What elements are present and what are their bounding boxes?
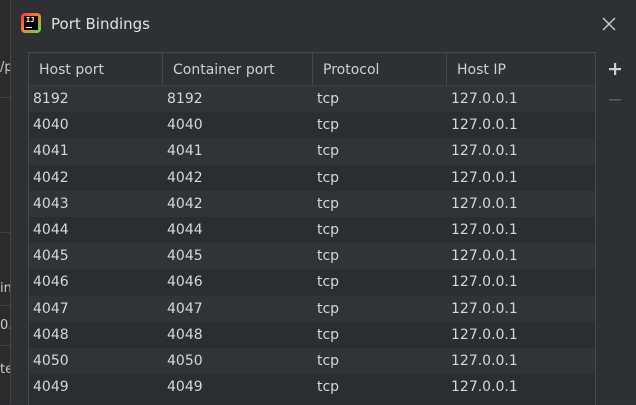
minus-icon <box>609 99 621 101</box>
table-header: Host port Container port Protocol Host I… <box>29 53 595 86</box>
table-body: 8192 8192 tcp 127.0.0.1 4040 4040 tcp 127.0.0.1… <box>29 86 595 401</box>
cell-protocol[interactable]: tcp <box>313 374 447 400</box>
cell-container-port[interactable]: 4041 <box>163 138 313 164</box>
remove-binding-button[interactable] <box>595 86 635 114</box>
cell-host-port[interactable]: 4040 <box>29 112 163 138</box>
cell-container-port[interactable]: 4050 <box>163 348 313 374</box>
cell-container-port[interactable]: 4047 <box>163 296 313 322</box>
cell-protocol[interactable]: tcp <box>313 296 447 322</box>
cell-host-ip[interactable]: 127.0.0.1 <box>447 348 595 374</box>
cell-host-ip[interactable]: 127.0.0.1 <box>447 374 595 400</box>
cell-container-port[interactable]: 4044 <box>163 217 313 243</box>
table-row[interactable]: 4042 4042 tcp 127.0.0.1 <box>29 164 595 191</box>
cell-container-port[interactable]: 4040 <box>163 112 313 138</box>
cell-container-port[interactable]: 4042 <box>163 191 313 217</box>
cell-protocol[interactable]: tcp <box>313 112 447 138</box>
cell-protocol[interactable]: tcp <box>313 191 447 217</box>
table-row[interactable]: 8192 8192 tcp 127.0.0.1 <box>29 86 595 113</box>
cell-protocol[interactable]: tcp <box>313 348 447 374</box>
table-row[interactable]: 4048 4048 tcp 127.0.0.1 <box>29 321 595 348</box>
cell-container-port[interactable]: 4048 <box>163 322 313 348</box>
table-row[interactable]: 4044 4044 tcp 127.0.0.1 <box>29 216 595 244</box>
cell-protocol[interactable]: tcp <box>313 322 447 348</box>
cell-protocol[interactable]: tcp <box>313 217 447 243</box>
table-row[interactable]: 4046 4046 tcp 127.0.0.1 <box>29 269 595 296</box>
cell-host-ip[interactable]: 127.0.0.1 <box>447 165 595 191</box>
cell-host-port[interactable]: 8192 <box>29 86 163 112</box>
cell-protocol[interactable]: tcp <box>313 86 447 112</box>
column-header-protocol[interactable]: Protocol <box>313 53 447 85</box>
dialog-title: Port Bindings <box>51 15 151 33</box>
cell-protocol[interactable]: tcp <box>313 165 447 191</box>
add-binding-button[interactable] <box>595 55 635 83</box>
cell-container-port[interactable]: 4049 <box>163 374 313 400</box>
table-row[interactable]: 4040 4040 tcp 127.0.0.1 <box>29 112 595 139</box>
column-header-container-port[interactable]: Container port <box>163 53 313 85</box>
cell-host-port[interactable]: 4045 <box>29 243 163 269</box>
cell-protocol[interactable]: tcp <box>313 243 447 269</box>
cell-host-ip[interactable]: 127.0.0.1 <box>447 217 595 243</box>
column-header-host-ip[interactable]: Host IP <box>447 53 595 85</box>
column-header-host-port[interactable]: Host port <box>29 53 163 85</box>
cell-host-ip[interactable]: 127.0.0.1 <box>447 296 595 322</box>
table-row[interactable]: 4049 4049 tcp 127.0.0.1 <box>29 374 595 401</box>
table-row[interactable]: 4050 4050 tcp 127.0.0.1 <box>29 347 595 375</box>
close-button[interactable] <box>599 14 619 34</box>
dialog-titlebar: IJ Port Bindings <box>11 0 636 48</box>
cell-host-port[interactable]: 4050 <box>29 348 163 374</box>
close-icon <box>602 17 616 31</box>
table-row[interactable]: 4041 4041 tcp 127.0.0.1 <box>29 138 595 165</box>
cell-host-port[interactable]: 4049 <box>29 374 163 400</box>
cell-host-ip[interactable]: 127.0.0.1 <box>447 191 595 217</box>
intellij-app-icon: IJ <box>21 13 41 33</box>
cell-container-port[interactable]: 4045 <box>163 243 313 269</box>
table-row[interactable]: 4045 4045 tcp 127.0.0.1 <box>29 243 595 270</box>
cell-host-ip[interactable]: 127.0.0.1 <box>447 138 595 164</box>
cell-host-port[interactable]: 4048 <box>29 322 163 348</box>
cell-host-ip[interactable]: 127.0.0.1 <box>447 269 595 295</box>
table-toolbar <box>595 52 635 404</box>
cell-protocol[interactable]: tcp <box>313 269 447 295</box>
cell-protocol[interactable]: tcp <box>313 138 447 164</box>
cell-host-ip[interactable]: 127.0.0.1 <box>447 112 595 138</box>
table-row[interactable]: 4043 4042 tcp 127.0.0.1 <box>29 190 595 217</box>
cell-host-ip[interactable]: 127.0.0.1 <box>447 322 595 348</box>
cell-host-port[interactable]: 4042 <box>29 165 163 191</box>
port-bindings-table: Host port Container port Protocol Host I… <box>28 52 596 405</box>
cell-host-port[interactable]: 4041 <box>29 138 163 164</box>
cell-container-port[interactable]: 4042 <box>163 165 313 191</box>
table-row[interactable]: 4047 4047 tcp 127.0.0.1 <box>29 295 595 322</box>
cell-container-port[interactable]: 4046 <box>163 269 313 295</box>
cell-host-port[interactable]: 4047 <box>29 296 163 322</box>
cell-host-port[interactable]: 4044 <box>29 217 163 243</box>
cell-host-ip[interactable]: 127.0.0.1 <box>447 86 595 112</box>
cell-host-port[interactable]: 4046 <box>29 269 163 295</box>
cell-host-port[interactable]: 4043 <box>29 191 163 217</box>
cell-host-ip[interactable]: 127.0.0.1 <box>447 243 595 269</box>
port-bindings-dialog: IJ Port Bindings Host port Container por… <box>10 0 636 405</box>
plus-icon <box>609 63 621 75</box>
cell-container-port[interactable]: 8192 <box>163 86 313 112</box>
